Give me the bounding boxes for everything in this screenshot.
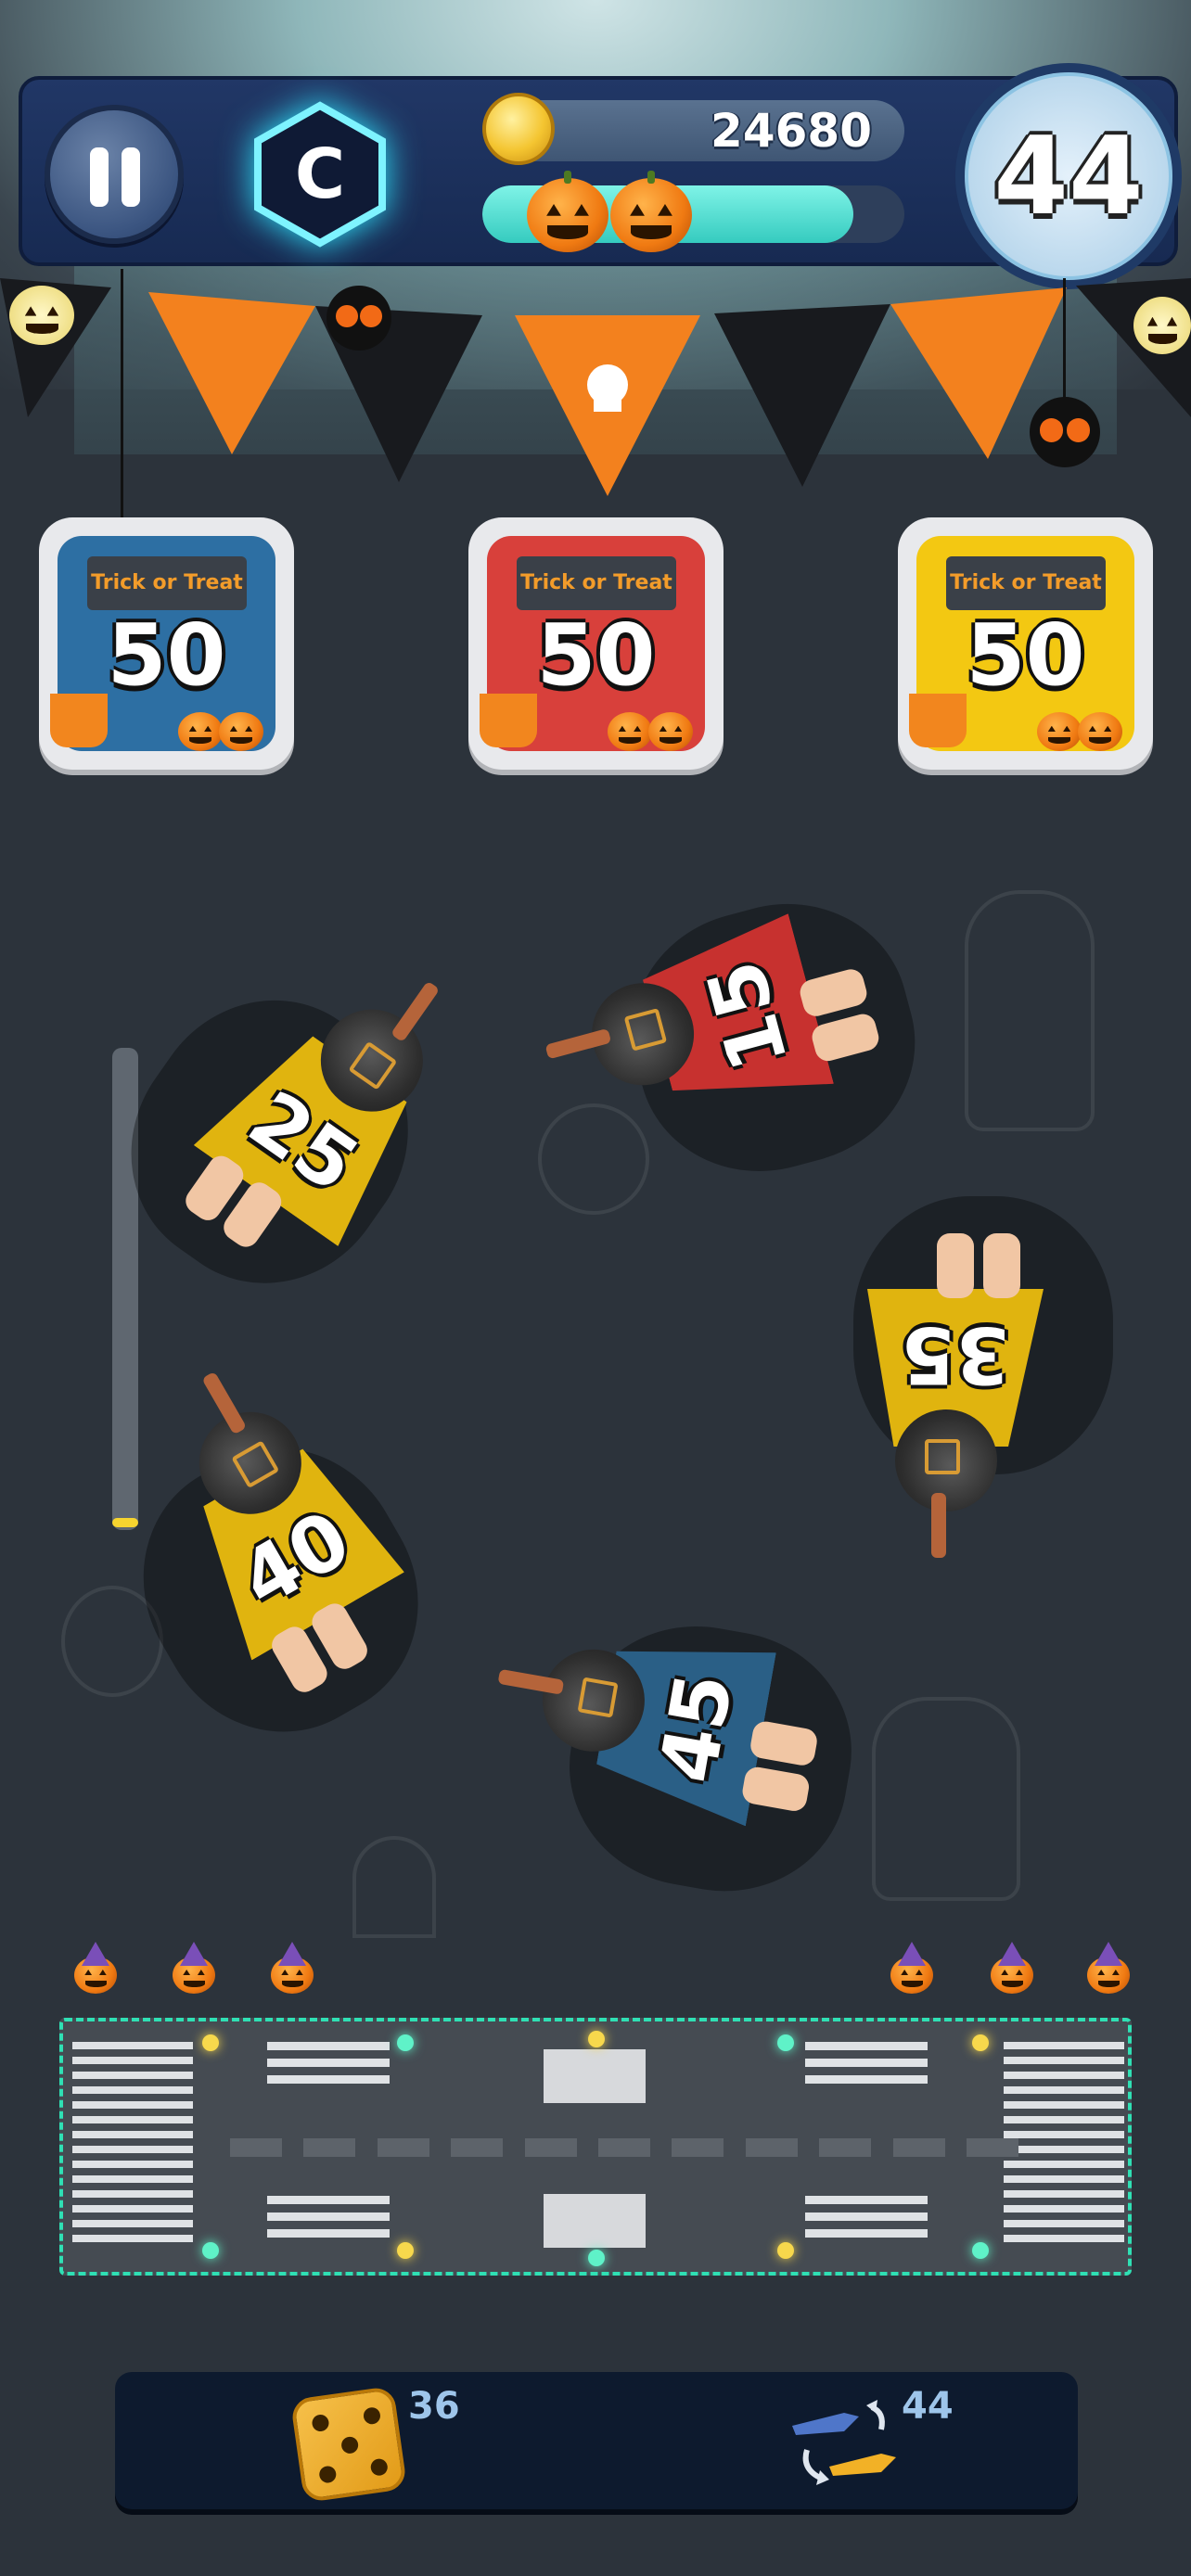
landing-zone[interactable] bbox=[59, 2018, 1132, 2276]
ghost-pumpkin-left bbox=[9, 286, 74, 345]
witch-25[interactable]: 25 bbox=[83, 939, 484, 1331]
pumpkin-icon bbox=[648, 712, 693, 751]
goal-box-red-count: 50 bbox=[536, 606, 656, 705]
pumpkin-witch-icon bbox=[991, 1942, 1033, 1994]
goal-box-red: Trick or Treat 50 bbox=[468, 517, 724, 770]
goal-box-blue-sign: Trick or Treat bbox=[87, 556, 247, 610]
goal-box-red-sign: Trick or Treat bbox=[517, 556, 676, 610]
pumpkin-icon bbox=[608, 712, 652, 751]
dice-dot bbox=[339, 2435, 360, 2455]
spider-icon bbox=[1030, 397, 1100, 467]
witch-hat-icon bbox=[895, 1409, 997, 1511]
goal-box-blue-count: 50 bbox=[107, 606, 226, 705]
coin-balance: 24680 bbox=[711, 104, 872, 158]
witch-40[interactable]: 40 bbox=[98, 1368, 463, 1776]
lot-crosswalk bbox=[267, 2196, 390, 2246]
lot-crosswalk bbox=[805, 2042, 928, 2092]
lot-stripes-left bbox=[72, 2042, 193, 2250]
swap-icon bbox=[792, 2400, 896, 2485]
lot-light bbox=[777, 2034, 794, 2051]
halloween-bunting bbox=[0, 278, 1191, 496]
witch-35[interactable]: 35 bbox=[844, 1196, 1113, 1558]
pumpkin-icon bbox=[610, 171, 692, 252]
dice-dot bbox=[318, 2465, 338, 2484]
pumpkin-icon bbox=[1078, 712, 1122, 751]
lot-light bbox=[972, 2034, 989, 2051]
lot-block bbox=[544, 2049, 646, 2103]
pumpkin-icon bbox=[178, 712, 223, 751]
lot-light bbox=[202, 2242, 219, 2259]
vertical-progress-track bbox=[112, 1048, 138, 1530]
pause-button[interactable] bbox=[45, 105, 184, 244]
bunting-rope bbox=[121, 269, 123, 519]
lot-center-line bbox=[230, 2138, 1018, 2157]
level-badge: C bbox=[250, 100, 390, 249]
lot-light bbox=[588, 2250, 605, 2266]
candy-bucket-icon bbox=[909, 694, 967, 747]
gravestone-doodle bbox=[352, 1836, 436, 1938]
lot-light bbox=[972, 2242, 989, 2259]
goal-box-yellow: Trick or Treat 50 bbox=[898, 517, 1153, 770]
lot-stripes-right bbox=[1004, 2042, 1124, 2250]
pumpkin-witch-icon bbox=[890, 1942, 933, 1994]
timer-circle: 44 bbox=[955, 63, 1182, 289]
pause-icon-bar bbox=[122, 147, 140, 207]
pumpkin-icon bbox=[219, 712, 263, 751]
dice-booster-count: 36 bbox=[408, 2385, 460, 2428]
lot-light bbox=[588, 2031, 605, 2047]
swap-booster-count: 44 bbox=[902, 2385, 954, 2428]
dice-icon bbox=[311, 2413, 330, 2433]
lot-light bbox=[397, 2242, 414, 2259]
ghost-doodle bbox=[965, 890, 1095, 1131]
lot-block bbox=[544, 2194, 646, 2248]
candy-bucket-icon bbox=[480, 694, 537, 747]
witch-15[interactable]: 15 bbox=[544, 875, 941, 1200]
ghost-doodle bbox=[872, 1697, 1020, 1901]
witch-foot bbox=[937, 1233, 974, 1298]
lot-light bbox=[202, 2034, 219, 2051]
pumpkin-icon bbox=[527, 171, 608, 252]
coin-icon bbox=[482, 93, 555, 165]
level-letter: C bbox=[294, 134, 346, 214]
pumpkin-witch-icon bbox=[173, 1942, 215, 1994]
pumpkin-icon bbox=[1037, 712, 1082, 751]
witch-45[interactable]: 45 bbox=[497, 1591, 870, 1911]
goal-box-yellow-count: 50 bbox=[966, 606, 1085, 705]
dice-booster-button[interactable] bbox=[289, 2385, 408, 2504]
ghost-pumpkin-right bbox=[1133, 297, 1191, 354]
lot-crosswalk bbox=[267, 2042, 390, 2092]
goal-box-yellow-sign: Trick or Treat bbox=[946, 556, 1106, 610]
witch-35-label: 35 bbox=[901, 1309, 1010, 1400]
candy-bucket-icon bbox=[50, 694, 108, 747]
witch-foot bbox=[983, 1233, 1020, 1298]
swap-booster-button[interactable] bbox=[788, 2389, 900, 2500]
timer-value: 44 bbox=[993, 113, 1144, 239]
dice-dot bbox=[369, 2457, 389, 2477]
pause-icon bbox=[90, 147, 109, 207]
dice-dot bbox=[362, 2406, 382, 2426]
pumpkin-witch-icon bbox=[271, 1942, 314, 1994]
lot-light bbox=[777, 2242, 794, 2259]
lot-crosswalk bbox=[805, 2196, 928, 2246]
lot-light bbox=[397, 2034, 414, 2051]
broom-handle bbox=[931, 1493, 946, 1558]
spider-icon bbox=[327, 286, 391, 351]
pumpkin-witch-icon bbox=[1087, 1942, 1130, 1994]
goal-box-blue: Trick or Treat 50 bbox=[39, 517, 294, 770]
spider-thread bbox=[1063, 278, 1066, 399]
pumpkin-witch-icon bbox=[74, 1942, 117, 1994]
